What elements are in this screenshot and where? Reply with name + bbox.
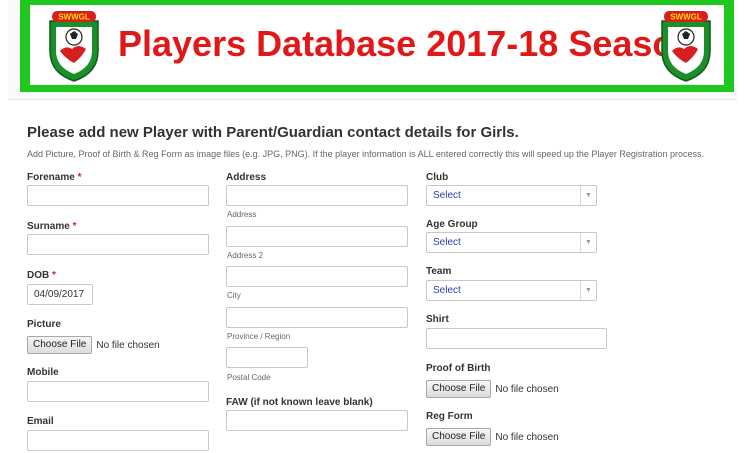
postal-code-sublabel: Postal Code bbox=[227, 373, 271, 382]
picture-label: Picture bbox=[27, 319, 61, 330]
mobile-input[interactable] bbox=[27, 381, 209, 402]
banner: SWWGL Players Database 2017-18 Season SW… bbox=[20, 0, 734, 92]
forename-label: Forename * bbox=[27, 172, 82, 183]
no-file-text: No file chosen bbox=[495, 431, 559, 443]
form-description: Add Picture, Proof of Birth & Reg Form a… bbox=[27, 149, 704, 159]
league-logo-left: SWWGL bbox=[49, 11, 99, 82]
address2-input[interactable] bbox=[226, 226, 408, 247]
faw-label: FAW (if not known leave blank) bbox=[226, 397, 373, 408]
address-label: Address bbox=[226, 172, 267, 183]
age-group-label: Age Group bbox=[426, 219, 478, 230]
reg-form-label: Reg Form bbox=[426, 411, 473, 422]
team-select-value: Select bbox=[433, 285, 461, 296]
dob-input[interactable]: 04/09/2017 bbox=[27, 284, 93, 305]
form-heading: Please add new Player with Parent/Guardi… bbox=[27, 124, 519, 141]
required-mark: * bbox=[77, 172, 82, 183]
club-select-value: Select bbox=[433, 190, 461, 201]
required-mark: * bbox=[52, 270, 56, 281]
svg-text:SWWGL: SWWGL bbox=[58, 13, 90, 22]
age-group-select-value: Select bbox=[433, 237, 461, 248]
city-input[interactable] bbox=[226, 266, 408, 287]
club-select[interactable]: Select ▼ bbox=[426, 185, 597, 206]
chevron-down-icon: ▼ bbox=[580, 281, 596, 300]
banner-inner: SWWGL Players Database 2017-18 Season SW… bbox=[30, 5, 724, 85]
address-sublabel: Address bbox=[227, 210, 257, 219]
svg-text:SWWGL: SWWGL bbox=[670, 13, 702, 22]
mobile-label: Mobile bbox=[27, 367, 59, 378]
league-logo-right: SWWGL bbox=[661, 11, 711, 82]
team-select[interactable]: Select ▼ bbox=[426, 280, 597, 301]
proof-of-birth-file-input[interactable]: Choose File No file chosen bbox=[426, 380, 559, 398]
surname-label: Surname * bbox=[27, 221, 77, 232]
age-group-select[interactable]: Select ▼ bbox=[426, 232, 597, 253]
reg-form-file-input[interactable]: Choose File No file chosen bbox=[426, 428, 559, 446]
chevron-down-icon: ▼ bbox=[580, 186, 596, 205]
no-file-text: No file chosen bbox=[96, 339, 160, 351]
no-file-text: No file chosen bbox=[495, 383, 559, 395]
email-input[interactable] bbox=[27, 430, 209, 451]
shirt-input[interactable] bbox=[426, 328, 607, 349]
choose-file-button[interactable]: Choose File bbox=[27, 336, 93, 354]
address2-sublabel: Address 2 bbox=[227, 251, 264, 260]
shirt-label: Shirt bbox=[426, 314, 449, 325]
page-title: Players Database 2017-18 Season bbox=[118, 23, 697, 64]
header-area: SWWGL Players Database 2017-18 Season SW… bbox=[8, 0, 737, 100]
faw-input[interactable] bbox=[226, 410, 408, 431]
province-input[interactable] bbox=[226, 307, 408, 328]
province-sublabel: Province / Region bbox=[227, 332, 291, 341]
required-mark: * bbox=[72, 221, 77, 232]
surname-input[interactable] bbox=[27, 234, 209, 255]
chevron-down-icon: ▼ bbox=[580, 233, 596, 252]
dob-label: DOB * bbox=[27, 270, 56, 281]
choose-file-button[interactable]: Choose File bbox=[426, 380, 492, 398]
picture-file-input[interactable]: Choose File No file chosen bbox=[27, 336, 160, 354]
team-label: Team bbox=[426, 266, 452, 277]
club-label: Club bbox=[426, 172, 449, 183]
forename-input[interactable] bbox=[27, 185, 209, 206]
postal-code-input[interactable] bbox=[226, 347, 308, 368]
email-label: Email bbox=[27, 416, 54, 427]
choose-file-button[interactable]: Choose File bbox=[426, 428, 492, 446]
address-input[interactable] bbox=[226, 185, 408, 206]
proof-of-birth-label: Proof of Birth bbox=[426, 363, 491, 374]
city-sublabel: City bbox=[227, 291, 241, 300]
